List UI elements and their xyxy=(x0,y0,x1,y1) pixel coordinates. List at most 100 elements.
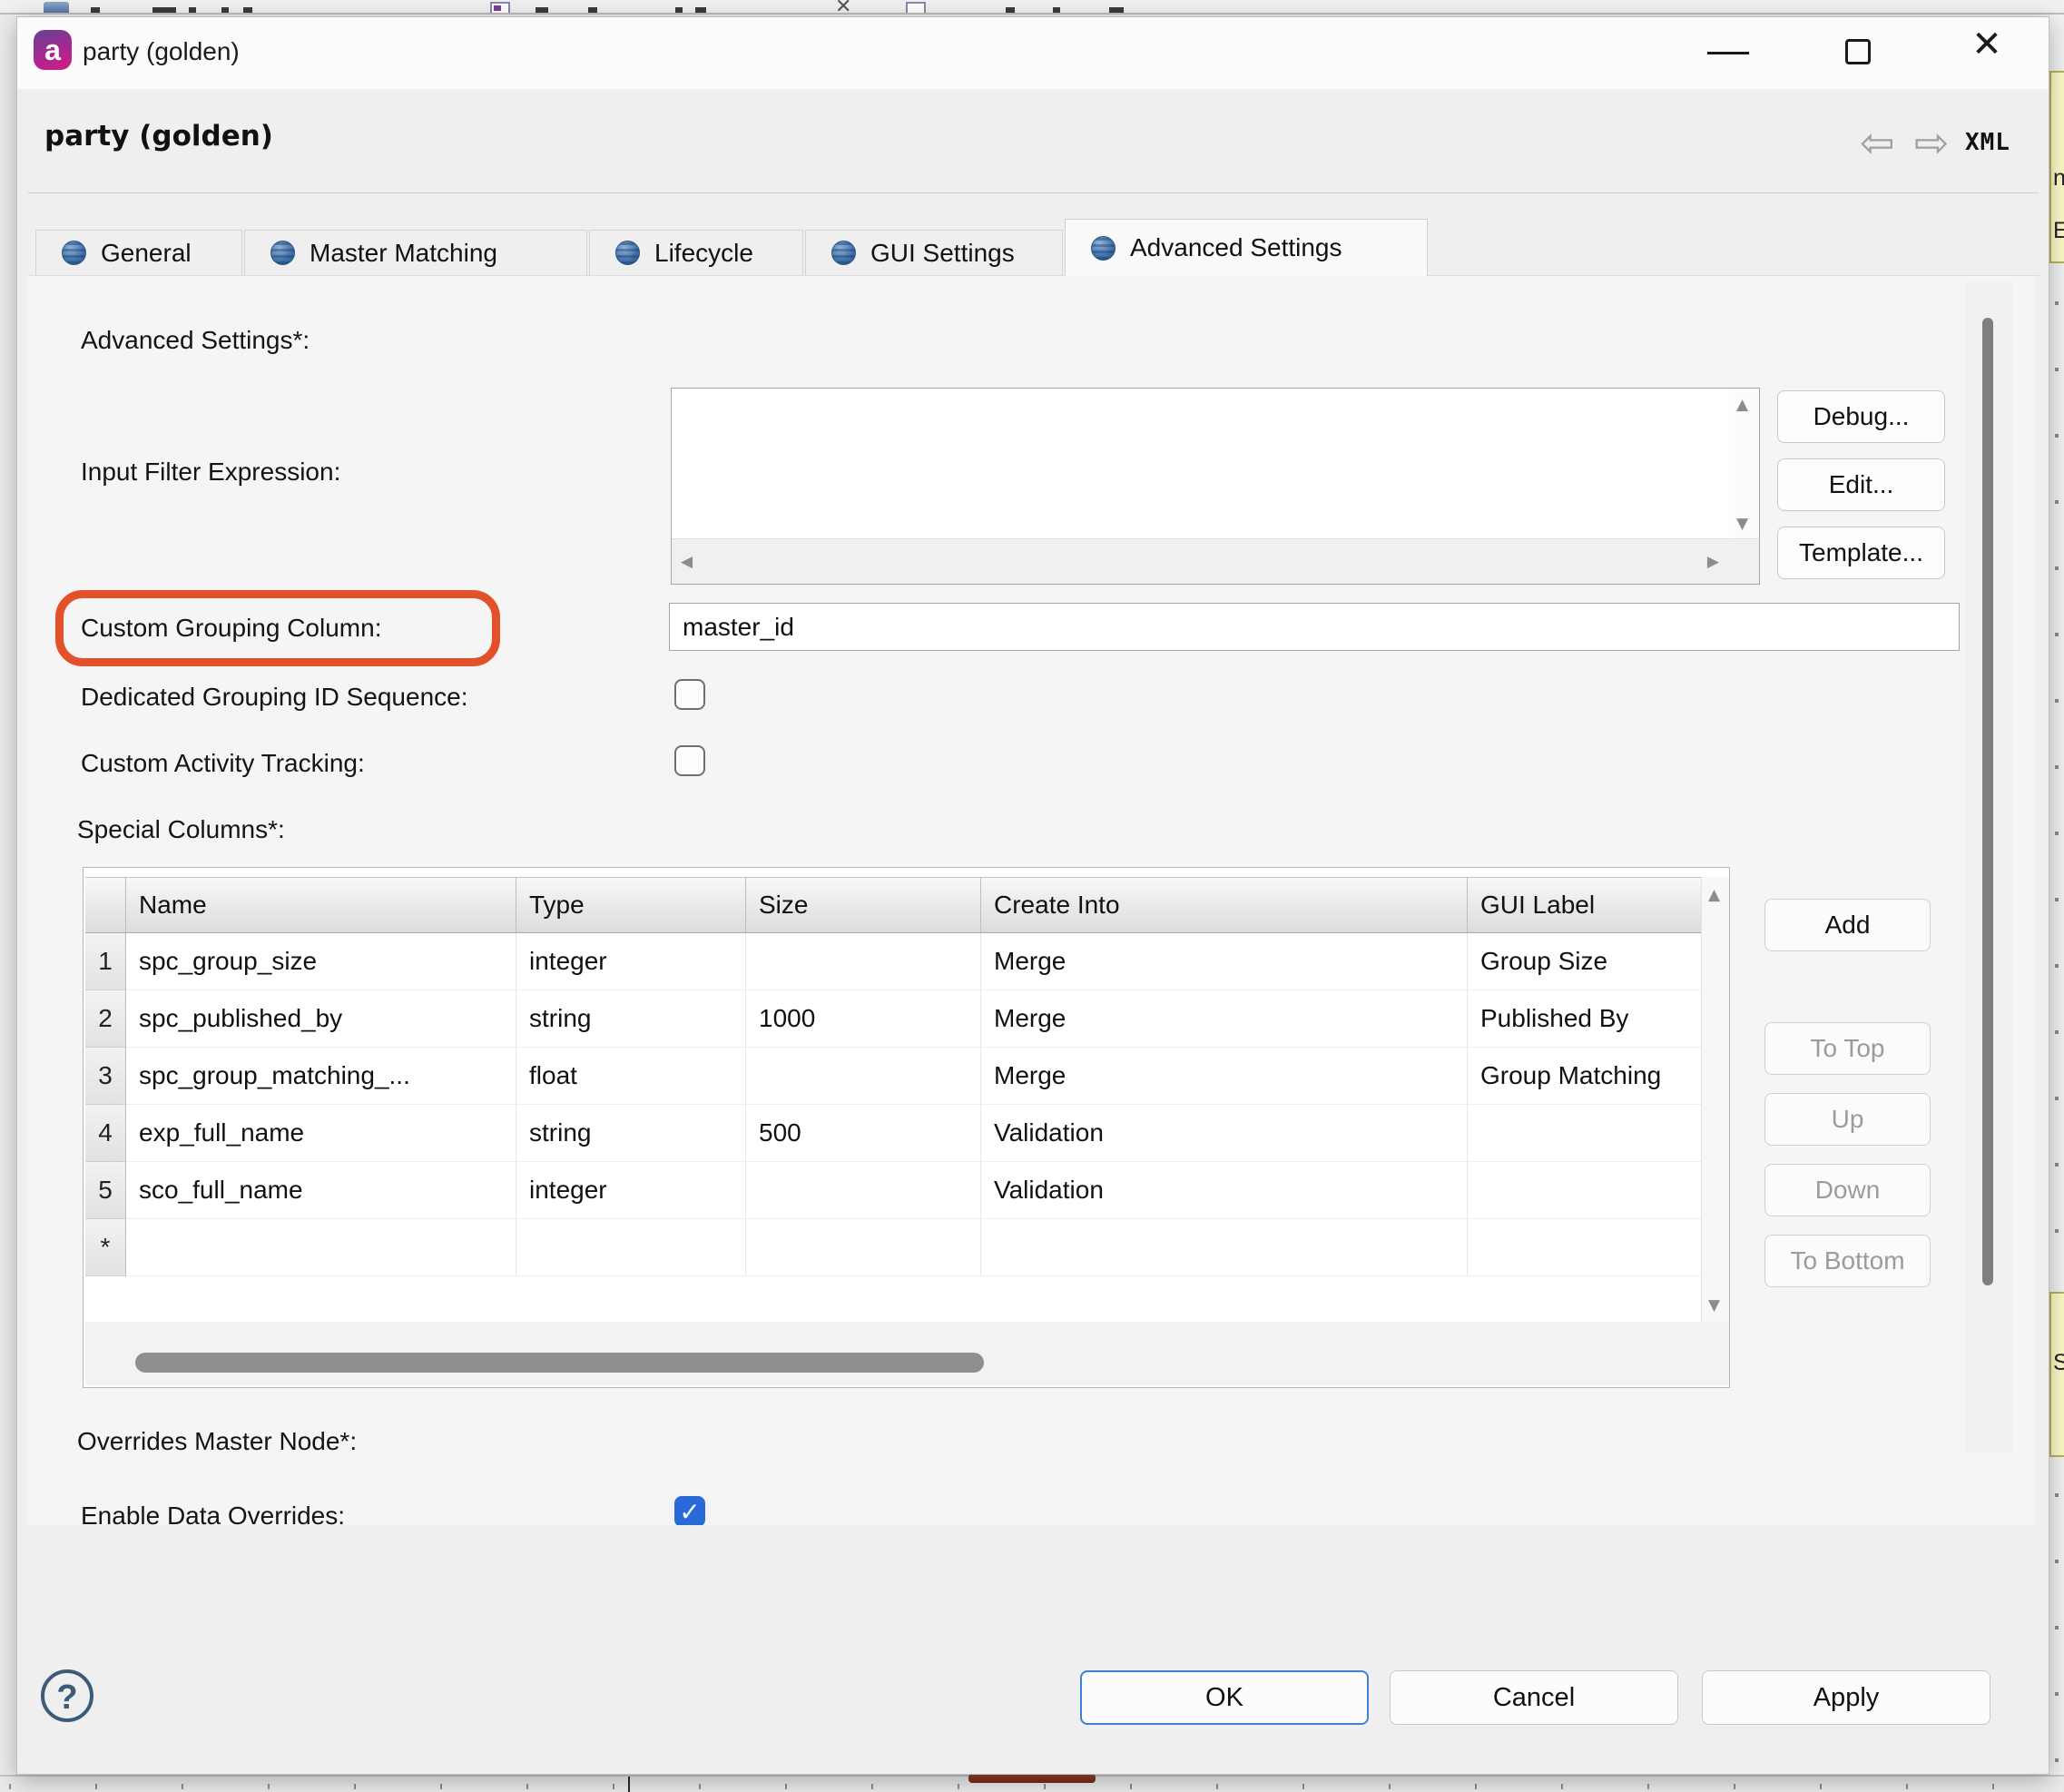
up-button[interactable]: Up xyxy=(1764,1093,1931,1146)
custom-grouping-column-input[interactable]: master_id xyxy=(669,603,1960,651)
ide-tab-close-icon: ✕ xyxy=(835,0,855,13)
ide-text-fragment xyxy=(221,7,229,13)
column-header-name[interactable]: Name xyxy=(126,878,516,932)
overrides-master-node-label: Overrides Master Node*: xyxy=(77,1427,357,1456)
template-button[interactable]: Template... xyxy=(1777,527,1945,579)
tab-general[interactable]: General xyxy=(35,230,242,275)
ruler-marker-bar xyxy=(968,1774,1096,1783)
close-button[interactable]: ✕ xyxy=(1967,23,2007,66)
background-ide-ruler-strip xyxy=(0,1775,2064,1792)
tab-master-matching[interactable]: Master Matching xyxy=(244,230,587,275)
ok-button[interactable]: OK xyxy=(1080,1670,1369,1725)
properties-dialog: a party (golden) ✕ party (golden) ⇦ ⇨ XM… xyxy=(16,16,2049,1775)
form-header: party (golden) ⇦ ⇨ XML xyxy=(17,89,2049,193)
maximize-button[interactable] xyxy=(1845,39,1871,64)
table-horizontal-scrollbar[interactable] xyxy=(85,1322,1729,1385)
background-tooltip-fragment: S xyxy=(2049,1292,2064,1457)
tab-lifecycle[interactable]: Lifecycle xyxy=(589,230,803,275)
ide-text-fragment xyxy=(189,7,196,13)
back-arrow-icon[interactable]: ⇦ xyxy=(1860,122,1895,163)
edit-button[interactable]: Edit... xyxy=(1777,458,1945,511)
cancel-button[interactable]: Cancel xyxy=(1390,1670,1678,1725)
ide-text-fragment xyxy=(152,7,176,13)
ide-tab-icon xyxy=(44,2,69,13)
table-row[interactable]: 5 sco_full_name integer Validation xyxy=(85,1162,1702,1219)
window-title: party (golden) xyxy=(83,37,240,66)
tab-label: GUI Settings xyxy=(870,239,1015,268)
table-row-new[interactable]: * xyxy=(85,1219,1702,1276)
tab-label: Lifecycle xyxy=(654,239,753,268)
scroll-down-icon[interactable]: ▼ xyxy=(1708,1296,1720,1314)
minimize-button[interactable] xyxy=(1707,52,1749,54)
xml-view-button[interactable]: XML xyxy=(1965,129,2010,156)
tab-sphere-icon xyxy=(1091,236,1116,261)
tab-advanced-settings[interactable]: Advanced Settings xyxy=(1065,219,1428,276)
table-row[interactable]: 1 spc_group_size integer Merge Group Siz… xyxy=(85,933,1702,990)
scroll-up-icon[interactable]: ▲ xyxy=(1736,396,1748,414)
table-header-row: Name Type Size Create Into GUI Label xyxy=(85,877,1702,933)
table-row[interactable]: 2 spc_published_by string 1000 Merge Pub… xyxy=(85,990,1702,1048)
tab-sphere-icon xyxy=(62,241,86,265)
ide-text-fragment xyxy=(243,7,252,13)
ide-text-fragment xyxy=(1053,7,1060,13)
ide-text-fragment xyxy=(695,7,706,13)
column-header-gui-label[interactable]: GUI Label xyxy=(1468,878,1702,932)
dedicated-grouping-label: Dedicated Grouping ID Sequence: xyxy=(81,683,468,712)
page-title: party (golden) xyxy=(44,120,273,153)
to-top-button[interactable]: To Top xyxy=(1764,1022,1931,1075)
dialog-titlebar[interactable]: a party (golden) ✕ xyxy=(17,17,2049,89)
ruler-cursor-line xyxy=(628,1777,630,1792)
input-filter-expression-textarea[interactable]: ▲ ▼ ◀ ▶ xyxy=(671,388,1760,585)
scrollbar-thumb[interactable] xyxy=(1982,318,1993,1285)
tab-label: Advanced Settings xyxy=(1130,233,1342,262)
background-tooltip-fragment: ns E xyxy=(2049,71,2064,263)
tab-label: Master Matching xyxy=(310,239,497,268)
tab-sphere-icon xyxy=(270,241,295,265)
table-vertical-scrollbar[interactable]: ▲ ▼ xyxy=(1701,877,1729,1324)
ide-text-fragment xyxy=(91,7,100,13)
special-columns-table: Name Type Size Create Into GUI Label 1 s… xyxy=(83,867,1730,1388)
enable-data-overrides-label: Enable Data Overrides: xyxy=(81,1502,345,1525)
row-number-header[interactable] xyxy=(85,878,126,932)
enable-data-overrides-checkbox[interactable]: ✓ xyxy=(674,1496,705,1525)
table-row[interactable]: 3 spc_group_matching_... float Merge Gro… xyxy=(85,1048,1702,1105)
scrollbar-thumb[interactable] xyxy=(135,1353,984,1373)
column-header-size[interactable]: Size xyxy=(746,878,981,932)
scroll-up-icon[interactable]: ▲ xyxy=(1708,886,1720,904)
dedicated-grouping-checkbox[interactable] xyxy=(674,679,705,710)
ide-text-fragment xyxy=(1109,7,1124,13)
apply-button[interactable]: Apply xyxy=(1702,1670,1990,1725)
scroll-down-icon[interactable]: ▼ xyxy=(1736,515,1748,533)
ide-file-icon xyxy=(906,2,926,13)
content-vertical-scrollbar[interactable] xyxy=(1965,281,2012,1452)
scroll-right-icon[interactable]: ▶ xyxy=(1707,553,1719,571)
column-header-type[interactable]: Type xyxy=(516,878,746,932)
section-label: Advanced Settings*: xyxy=(81,326,310,355)
background-ide-tabs-strip: ✕ xyxy=(0,0,2064,15)
tab-sphere-icon xyxy=(831,241,856,265)
forward-arrow-icon[interactable]: ⇨ xyxy=(1914,122,1950,163)
ide-text-fragment xyxy=(675,7,683,13)
help-icon[interactable]: ? xyxy=(41,1669,93,1722)
down-button[interactable]: Down xyxy=(1764,1164,1931,1216)
ruler-ticks xyxy=(9,1784,2051,1789)
scroll-left-icon[interactable]: ◀ xyxy=(681,553,693,571)
app-logo-icon: a xyxy=(34,30,72,70)
ide-text-fragment xyxy=(588,7,597,13)
debug-button[interactable]: Debug... xyxy=(1777,390,1945,443)
input-filter-label: Input Filter Expression: xyxy=(81,458,340,487)
custom-activity-checkbox[interactable] xyxy=(674,745,705,776)
column-header-create-into[interactable]: Create Into xyxy=(981,878,1468,932)
textarea-horizontal-scrollbar[interactable]: ◀ ▶ xyxy=(672,538,1759,584)
tab-gui-settings[interactable]: GUI Settings xyxy=(805,230,1063,275)
textarea-vertical-scrollbar[interactable]: ▲ ▼ xyxy=(1729,389,1759,540)
custom-activity-label: Custom Activity Tracking: xyxy=(81,749,365,778)
special-columns-label: Special Columns*: xyxy=(77,815,285,844)
table-row[interactable]: 4 exp_full_name string 500 Validation xyxy=(85,1105,1702,1162)
ide-text-fragment xyxy=(536,7,548,13)
add-button[interactable]: Add xyxy=(1764,899,1931,951)
header-separator xyxy=(28,192,2039,193)
to-bottom-button[interactable]: To Bottom xyxy=(1764,1235,1931,1287)
tab-sphere-icon xyxy=(615,241,640,265)
custom-grouping-column-label: Custom Grouping Column: xyxy=(81,614,381,643)
